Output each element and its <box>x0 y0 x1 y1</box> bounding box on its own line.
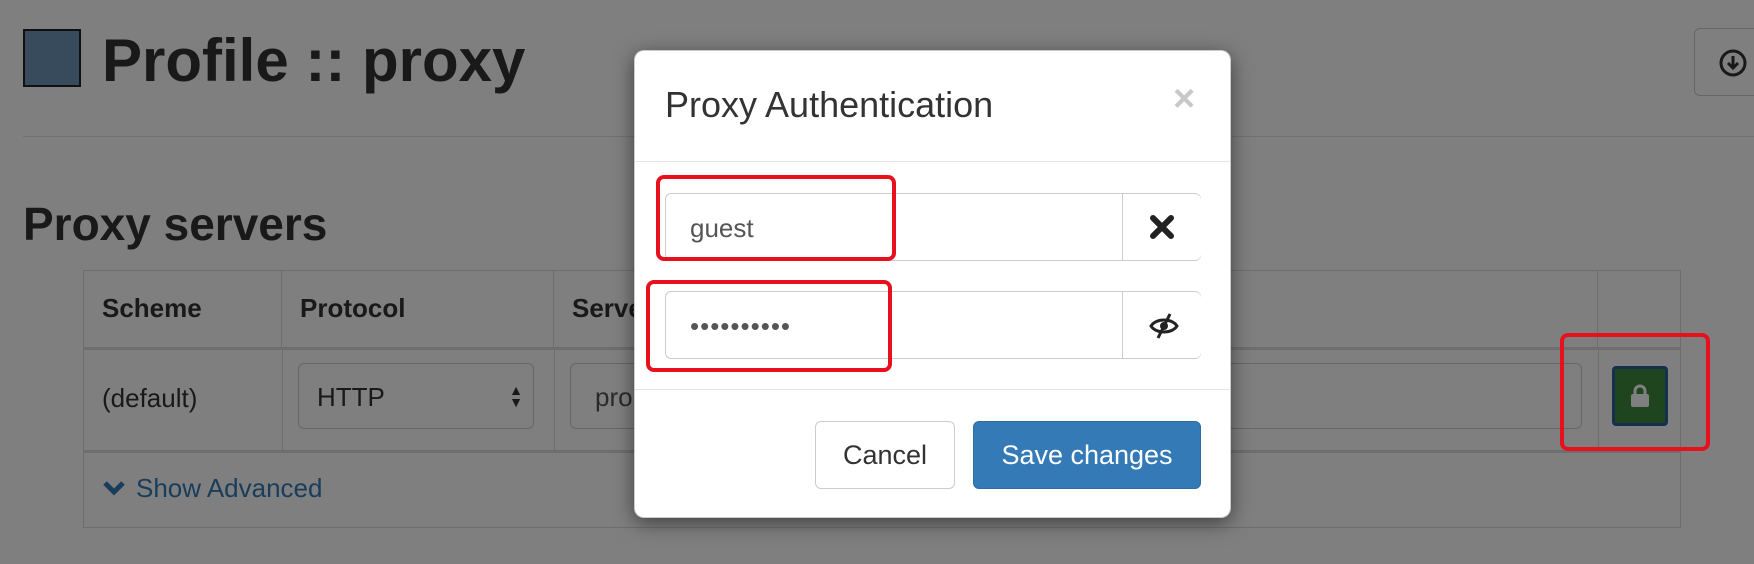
highlight-username <box>656 175 896 261</box>
clear-x-icon <box>1150 215 1174 239</box>
highlight-password <box>646 280 892 372</box>
toggle-password-visibility-button[interactable] <box>1122 292 1201 358</box>
highlight-auth-button <box>1560 333 1710 451</box>
eye-slash-icon <box>1149 313 1179 339</box>
cancel-button[interactable]: Cancel <box>815 421 955 489</box>
modal-footer-divider <box>635 389 1230 390</box>
modal-title: Proxy Authentication <box>665 84 994 125</box>
close-button[interactable]: × <box>1173 79 1195 119</box>
clear-username-button[interactable] <box>1122 194 1201 260</box>
save-changes-button[interactable]: Save changes <box>973 421 1201 489</box>
modal-header-divider <box>635 161 1230 162</box>
